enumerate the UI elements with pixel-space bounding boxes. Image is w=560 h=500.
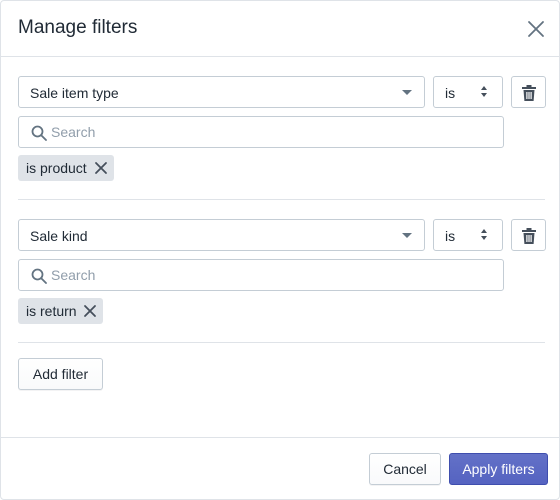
caret-down-icon [402, 90, 412, 95]
search-input-2[interactable] [51, 264, 491, 286]
cancel-button[interactable]: Cancel [369, 453, 441, 485]
select-arrows-icon [481, 229, 489, 243]
filter-operator-value-1: is [445, 85, 456, 101]
search-icon [31, 125, 47, 141]
close-icon [528, 21, 544, 37]
dialog-title: Manage filters [18, 17, 138, 38]
remove-tag-button-2[interactable] [83, 304, 97, 318]
filter-operator-select-2[interactable]: is [433, 219, 503, 251]
filter-field-value-2: Sale kind [30, 228, 88, 244]
search-icon [31, 268, 47, 284]
filter-tag-2: is return [18, 298, 103, 324]
tag-label-1: is product [26, 160, 87, 176]
filter-field-value-1: Sale item type [30, 85, 119, 101]
section-divider [18, 342, 545, 343]
filter-operator-value-2: is [445, 228, 456, 244]
select-arrows-icon [481, 86, 489, 100]
add-filter-button[interactable]: Add filter [18, 358, 103, 390]
search-input-1[interactable] [51, 121, 491, 143]
filter-search-field-1[interactable] [18, 116, 504, 148]
close-icon [84, 305, 96, 317]
filter-tag-1: is product [18, 155, 114, 181]
close-button[interactable] [521, 14, 551, 44]
close-icon [95, 162, 107, 174]
trash-icon [522, 228, 536, 244]
tag-label-2: is return [26, 303, 77, 319]
delete-filter-button-2[interactable] [511, 219, 546, 251]
caret-down-icon [402, 233, 412, 238]
remove-tag-button-1[interactable] [94, 161, 108, 175]
filter-field-select-2[interactable]: Sale kind [18, 219, 425, 251]
manage-filters-dialog: Manage filters Sale item type is Search … [0, 0, 560, 500]
filter-search-field-2[interactable] [18, 259, 504, 291]
section-divider [18, 199, 545, 200]
dialog-header: Manage filters [1, 1, 559, 57]
trash-icon [522, 85, 536, 101]
filter-field-select-1[interactable]: Sale item type [18, 76, 425, 108]
filter-operator-select-1[interactable]: is [433, 76, 503, 108]
delete-filter-button-1[interactable] [511, 76, 546, 108]
apply-filters-button[interactable]: Apply filters [449, 453, 548, 485]
